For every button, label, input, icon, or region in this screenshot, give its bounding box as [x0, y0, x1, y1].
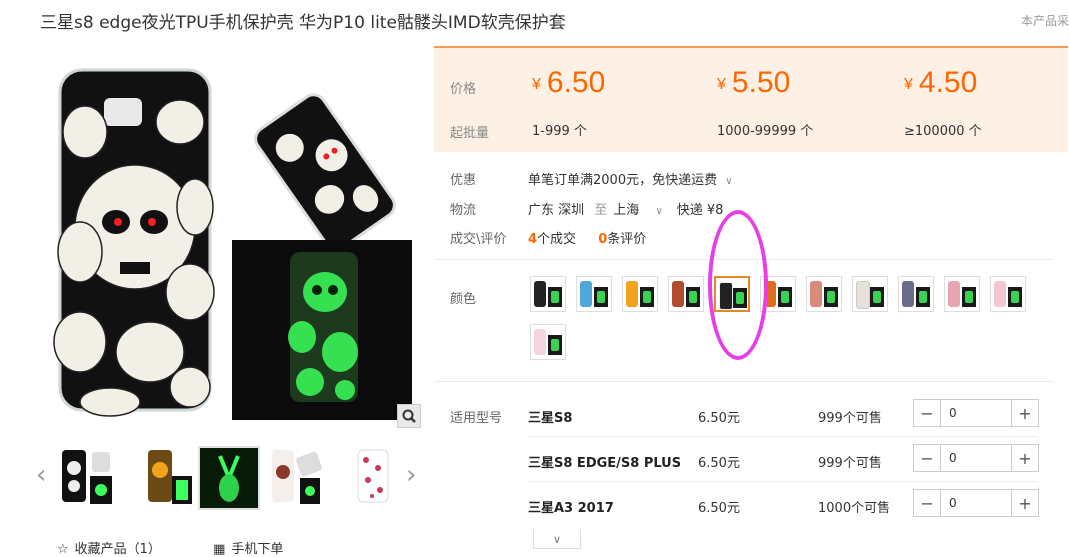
shipping-fee: 快递 ¥8 [676, 203, 724, 218]
color-swatch-12[interactable] [530, 324, 566, 360]
quantity-input[interactable]: 0 [940, 445, 1012, 471]
color-swatch-8[interactable] [852, 276, 888, 312]
destination-chevron-icon[interactable]: ∨ [655, 206, 662, 217]
zoom-icon[interactable] [397, 404, 421, 428]
deal-count[interactable]: 4 [528, 232, 537, 247]
price-tier-3: ¥4.50 [904, 66, 978, 99]
logistics-from: 广东 深圳 [528, 203, 585, 218]
model-price: 6.50元 [698, 456, 740, 471]
minus-icon[interactable]: − [914, 445, 940, 471]
plus-icon[interactable]: + [1012, 445, 1038, 471]
logistics-to-word: 至 [594, 203, 608, 218]
logistics-row: 物流 广东 深圳 至上海 ∨ 快递 ¥8 [450, 199, 723, 218]
mobile-order-link[interactable]: 手机下单 [231, 542, 283, 557]
thumb-next-arrow-icon[interactable]: › [406, 460, 416, 490]
price-panel: 价格 起批量 ¥6.50 1-999 个 ¥5.50 1000-99999 个 … [434, 46, 1068, 152]
color-swatch-7[interactable] [806, 276, 842, 312]
color-swatch-10[interactable] [944, 276, 980, 312]
model-price: 6.50元 [698, 411, 740, 426]
star-icon[interactable]: ☆ [57, 542, 69, 557]
price-tier-2: ¥5.50 [717, 66, 791, 99]
color-swatch-9[interactable] [898, 276, 934, 312]
notice-text: 本产品采 [1020, 14, 1069, 28]
model-price: 6.50元 [698, 501, 740, 516]
price-label: 价格 [450, 82, 477, 97]
thumbnail-2[interactable] [138, 446, 196, 506]
model-stock: 999个可售 [818, 411, 882, 426]
quantity-input[interactable]: 0 [940, 490, 1012, 516]
minus-icon[interactable]: − [914, 490, 940, 516]
color-label: 颜色 [450, 292, 477, 307]
thumbnail-strip: ‹ › [36, 446, 426, 510]
model-row-3: 三星A3 2017 6.50元 1000个可售 − 0 + [528, 483, 1039, 527]
annotation-circle [708, 210, 768, 360]
model-row-1: 三星S8 6.50元 999个可售 − 0 + [528, 393, 1039, 437]
product-title: 三星s8 edge夜光TPU手机保护壳 华为P10 lite骷髅头IMD软壳保护… [40, 13, 566, 33]
model-stock: 999个可售 [818, 456, 882, 471]
main-product-image[interactable] [40, 52, 420, 428]
qty-tier-2: 1000-99999 个 [717, 124, 814, 139]
quantity-stepper: − 0 + [913, 444, 1039, 472]
color-swatch-2[interactable] [576, 276, 612, 312]
deals-label: 成交\评价 [450, 232, 507, 247]
quantity-stepper: − 0 + [913, 489, 1039, 517]
row-divider [528, 436, 1038, 437]
model-row-2: 三星S8 EDGE/S8 PLUS 6.50元 999个可售 − 0 + [528, 438, 1039, 482]
chevron-down-icon[interactable]: ∨ [725, 176, 732, 187]
thumbnail-4[interactable] [268, 446, 326, 506]
model-label: 适用型号 [450, 411, 503, 426]
price-tier-1: ¥6.50 [532, 66, 606, 99]
qty-tier-1: 1-999 个 [532, 124, 587, 139]
plus-icon[interactable]: + [1012, 400, 1038, 426]
model-name: 三星A3 2017 [528, 501, 614, 516]
thumbnail-1[interactable] [58, 446, 116, 506]
logistics-destination[interactable]: 上海 [613, 203, 639, 218]
action-bar: ☆ 收藏产品（1） ▦ 手机下单 [57, 538, 289, 557]
favorite-link[interactable]: 收藏产品（1） [75, 542, 161, 557]
review-count[interactable]: 0 [598, 232, 607, 247]
thumb-prev-arrow-icon[interactable]: ‹ [36, 460, 46, 490]
thumbnail-5[interactable] [348, 446, 406, 506]
minus-icon[interactable]: − [914, 400, 940, 426]
qty-tier-3: ≥100000 个 [904, 124, 982, 139]
qr-code-icon[interactable]: ▦ [213, 542, 225, 557]
thumbnail-3[interactable] [198, 446, 260, 510]
expand-chevron-icon[interactable]: ∨ [533, 530, 581, 549]
moq-label: 起批量 [450, 126, 490, 141]
color-swatch-4[interactable] [668, 276, 704, 312]
color-swatch-1[interactable] [530, 276, 566, 312]
quantity-input[interactable]: 0 [940, 400, 1012, 426]
deal-count-suffix[interactable]: 个成交 [537, 232, 576, 247]
color-swatch-3[interactable] [622, 276, 658, 312]
deals-row: 成交\评价 4个成交 0条评价 [450, 228, 646, 247]
row-divider [528, 481, 1038, 482]
model-name: 三星S8 EDGE/S8 PLUS [528, 456, 682, 471]
plus-icon[interactable]: + [1012, 490, 1038, 516]
model-stock: 1000个可售 [818, 501, 891, 516]
model-name: 三星S8 [528, 411, 573, 426]
review-count-suffix[interactable]: 条评价 [607, 232, 646, 247]
promo-label: 优惠 [450, 173, 477, 188]
promo-row: 优惠 单笔订单满2000元，免快递运费 ∨ [450, 169, 733, 188]
divider [434, 381, 1054, 382]
quantity-stepper: − 0 + [913, 399, 1039, 427]
promo-text[interactable]: 单笔订单满2000元，免快递运费 [528, 173, 717, 188]
color-swatch-11[interactable] [990, 276, 1026, 312]
logistics-label: 物流 [450, 203, 477, 218]
